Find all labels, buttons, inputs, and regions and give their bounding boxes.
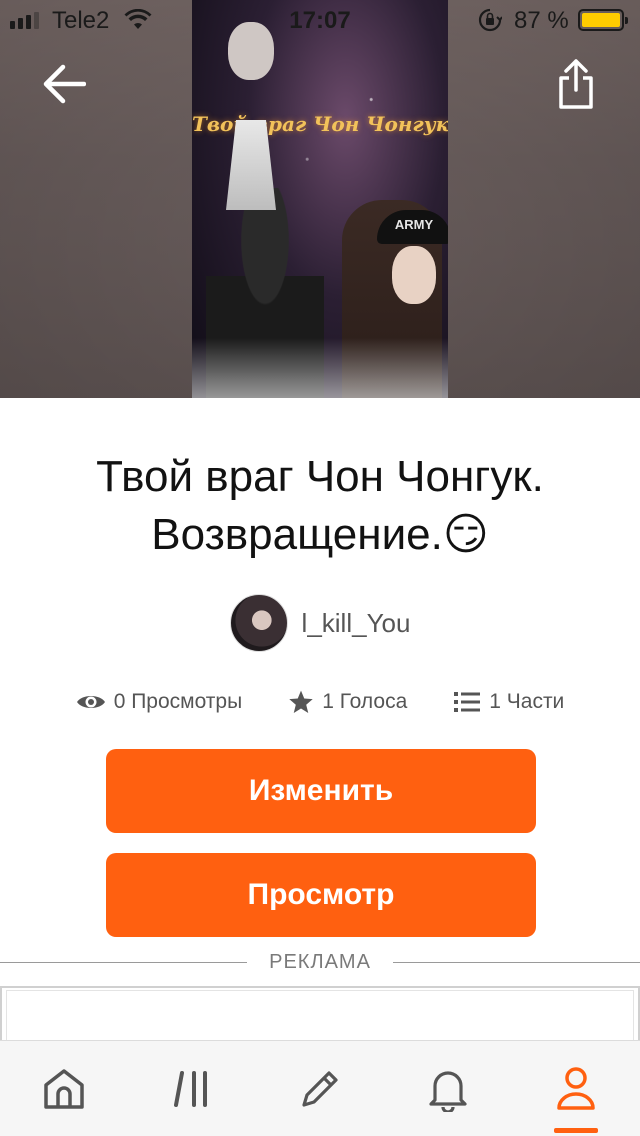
cover-face-right — [392, 246, 436, 304]
author-name[interactable]: l_kill_You — [302, 608, 411, 639]
nav-notifications[interactable] — [400, 1041, 496, 1136]
back-button[interactable] — [34, 54, 94, 114]
nav-library[interactable] — [144, 1041, 240, 1136]
battery-percent: 87 % — [514, 7, 569, 34]
header-banner: Твой враг Чон Чонгук ARMY — [0, 0, 640, 398]
avatar[interactable] — [229, 594, 288, 652]
profile-icon — [557, 1066, 595, 1110]
votes-stat: 1 Голоса — [288, 689, 407, 715]
nav-write[interactable] — [272, 1041, 368, 1136]
arrow-left-icon — [43, 64, 86, 104]
bell-icon — [429, 1070, 467, 1112]
bottom-nav — [0, 1040, 640, 1136]
home-icon — [44, 1068, 84, 1109]
story-stats: 0 Просмотры 1 Голоса 1 Части — [0, 682, 640, 722]
parts-stat: 1 Части — [453, 690, 564, 714]
share-icon — [559, 59, 593, 109]
pencil-icon — [302, 1070, 338, 1107]
story-title: Твой враг Чон Чонгук. Возвращение.😏 — [96, 452, 544, 559]
eye-icon — [76, 696, 105, 708]
edit-button[interactable]: Изменить — [106, 749, 536, 833]
story-cover: Твой враг Чон Чонгук ARMY — [192, 0, 448, 398]
ad-divider: РЕКЛАМА — [0, 950, 640, 974]
star-icon — [289, 690, 313, 714]
nav-home[interactable] — [16, 1041, 112, 1136]
view-button[interactable]: Просмотр — [106, 853, 536, 937]
ad-slot[interactable] — [0, 986, 640, 1040]
author-row[interactable]: l_kill_You — [0, 592, 640, 654]
cover-cap: ARMY — [377, 210, 448, 244]
library-icon — [174, 1070, 207, 1107]
rotation-lock-icon — [478, 8, 503, 39]
parts-count: 1 Части — [489, 690, 565, 713]
battery-icon — [578, 9, 628, 31]
votes-count: 1 Голоса — [322, 690, 408, 713]
views-count: 0 Просмотры — [113, 690, 243, 713]
status-bar: Tele2 17:07 87 % — [0, 0, 640, 40]
cover-fade — [192, 338, 448, 398]
share-button[interactable] — [546, 54, 606, 114]
list-icon — [454, 692, 481, 712]
nav-profile[interactable] — [528, 1041, 624, 1136]
views-stat: 0 Просмотры — [76, 690, 243, 714]
ad-label: РЕКЛАМА — [269, 950, 371, 973]
cover-title-text: Твой враг Чон Чонгук — [192, 112, 448, 136]
